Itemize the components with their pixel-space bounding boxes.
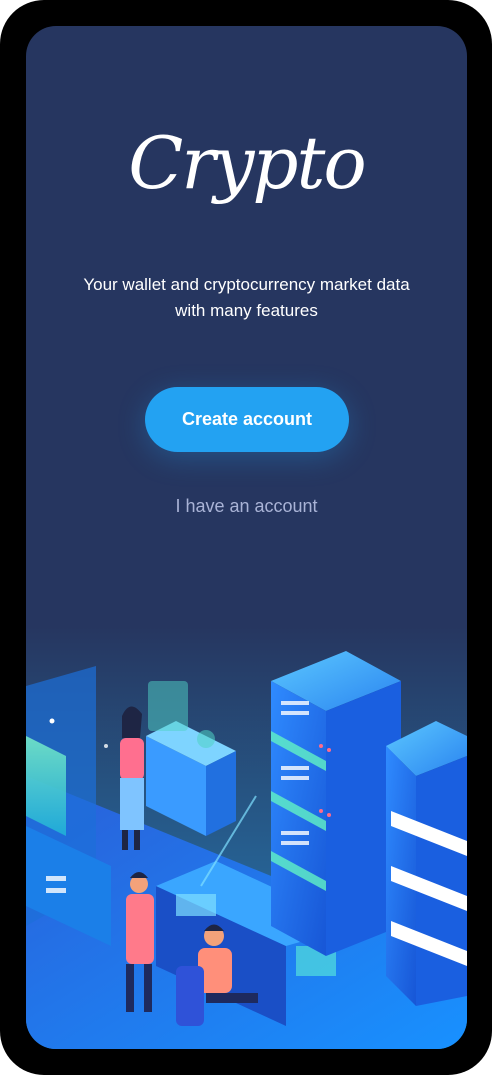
app-logo: Crypto	[128, 121, 367, 205]
have-account-link[interactable]: I have an account	[26, 496, 467, 517]
data-center-illustration-icon	[26, 626, 467, 1049]
welcome-screen: Crypto Your wallet and cryptocurrency ma…	[26, 26, 467, 1049]
tagline-line-1: Your wallet and cryptocurrency market da…	[83, 275, 410, 294]
phone-frame: Crypto Your wallet and cryptocurrency ma…	[0, 0, 492, 1075]
tagline: Your wallet and cryptocurrency market da…	[46, 272, 447, 324]
create-account-button[interactable]: Create account	[145, 387, 349, 452]
tagline-line-2: with many features	[175, 301, 318, 320]
